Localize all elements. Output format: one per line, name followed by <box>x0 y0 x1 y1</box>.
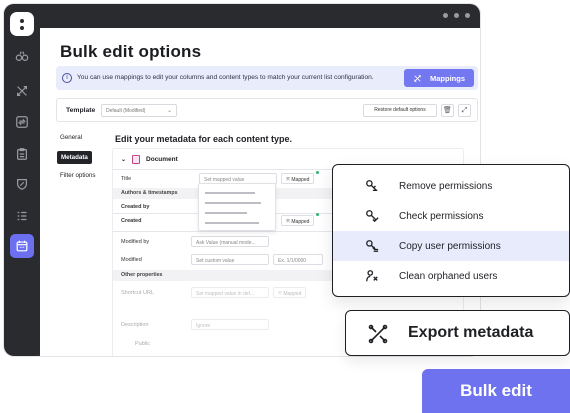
menu-item-check-permissions[interactable]: Check permissions <box>333 201 569 231</box>
dropdown-option[interactable] <box>205 192 255 194</box>
modified-by-label: Modified by <box>121 239 150 245</box>
mapped-button[interactable]: ⤧ Mapped <box>281 215 315 226</box>
title-field-value: Set mapped value <box>204 176 245 183</box>
menu-item-copy-user-permissions[interactable]: Copy user permissions <box>333 231 569 261</box>
menu-item-label: Remove permissions <box>399 181 493 192</box>
template-bar: Template Default (Modified) ⌄ Restore de… <box>56 98 478 122</box>
shield-icon[interactable] <box>12 174 32 194</box>
mapped-button[interactable]: ⤧ Mapped <box>273 287 307 298</box>
template-select[interactable]: Default (Modified) ⌄ <box>101 104 177 117</box>
public-label: Public <box>135 341 150 347</box>
info-text: You can use mappings to edit your column… <box>77 74 374 81</box>
chevron-down-icon: ⌄ <box>121 157 127 163</box>
chevron-down-icon: ⌄ <box>166 108 172 114</box>
status-dot <box>316 171 319 174</box>
description-value: Ignore <box>196 322 211 329</box>
modified-by-value: Ask Value (manual mode... <box>196 239 256 246</box>
arrows-cross-icon <box>414 74 421 82</box>
window-dot[interactable] <box>465 13 470 18</box>
calendar-icon[interactable] <box>10 234 34 258</box>
info-icon: i <box>62 73 72 83</box>
dropdown-option[interactable] <box>205 212 247 214</box>
window-dots <box>443 13 470 18</box>
arrows-cross-icon[interactable] <box>12 81 32 101</box>
description-label: Description <box>121 322 149 328</box>
user-clean-icon <box>365 269 379 283</box>
authors-band-label: Authors & timestamps <box>121 190 178 196</box>
dropdown-option[interactable] <box>205 222 259 224</box>
bulk-edit-label: Bulk edit <box>460 381 532 400</box>
list-icon[interactable] <box>12 206 32 226</box>
export-metadata-button[interactable]: Export metadata <box>345 310 570 356</box>
clipboard-icon[interactable] <box>12 144 32 164</box>
document-title: Document <box>146 156 178 163</box>
export-metadata-label: Export metadata <box>408 324 534 341</box>
modified-by-field[interactable]: Ask Value (manual mode... <box>191 236 269 247</box>
mapped-label: Mapped <box>291 218 310 225</box>
bulk-edit-button[interactable]: Bulk edit <box>422 369 570 413</box>
mapped-label: Mapped <box>283 290 302 297</box>
binoculars-icon[interactable] <box>12 46 32 66</box>
mapped-button[interactable]: ⤧ Mapped <box>281 173 315 184</box>
created-label: Created <box>121 218 142 224</box>
permissions-menu: Remove permissions Check permissions Cop… <box>332 164 570 297</box>
app-logo[interactable] <box>10 12 34 36</box>
window-dot[interactable] <box>454 13 459 18</box>
mapped-value-dropdown[interactable] <box>198 183 276 231</box>
key-check-icon <box>365 209 379 223</box>
nav-filter-options[interactable]: Filter options <box>60 172 95 179</box>
menu-item-label: Check permissions <box>399 211 484 222</box>
modified-field[interactable]: Set custom value <box>191 254 269 265</box>
other-band-label: Other properties <box>121 272 163 278</box>
modified-date-field[interactable]: Ex. 1/1/0000 <box>273 254 323 265</box>
description-field[interactable]: Ignore <box>191 319 269 330</box>
shortcut-url-field[interactable]: Set mapped value in def... <box>191 287 269 298</box>
modified-label: Modified <box>121 257 142 263</box>
export-arrows-icon <box>368 324 388 344</box>
key-minus-icon <box>365 179 379 193</box>
sync-icon[interactable] <box>12 112 32 132</box>
expand-icon[interactable]: ⤢ <box>458 104 471 117</box>
created-by-label: Created by <box>121 204 150 210</box>
menu-item-remove-permissions[interactable]: Remove permissions <box>333 171 569 201</box>
page-title: Bulk edit options <box>60 42 202 61</box>
menu-item-label: Clean orphaned users <box>399 271 498 282</box>
status-dot <box>316 213 319 216</box>
title-label: Title <box>121 176 132 182</box>
info-banner: i You can use mappings to edit your colu… <box>56 66 478 90</box>
menu-item-label: Copy user permissions <box>399 241 501 252</box>
shortcut-url-value: Set mapped value in def... <box>196 290 255 297</box>
dropdown-option[interactable] <box>205 202 261 204</box>
modified-value: Set custom value <box>196 257 235 264</box>
shortcut-url-label: Shortcut URL <box>121 290 155 296</box>
restore-default-button[interactable]: Restore default options <box>363 104 437 117</box>
sidebar <box>4 4 40 356</box>
nav-general[interactable]: General <box>60 134 82 141</box>
window-dot[interactable] <box>443 13 448 18</box>
trash-icon[interactable]: 🗑 <box>441 104 454 117</box>
template-value: Default (Modified) <box>106 108 146 114</box>
modified-date: Ex. 1/1/0000 <box>278 257 307 264</box>
mappings-label: Mappings <box>430 73 465 83</box>
nav-metadata[interactable]: Metadata <box>57 151 92 164</box>
key-copy-icon <box>365 239 379 253</box>
section-title: Edit your metadata for each content type… <box>115 134 293 144</box>
mappings-button[interactable]: Mappings <box>404 69 474 87</box>
menu-item-clean-orphaned-users[interactable]: Clean orphaned users <box>333 261 569 291</box>
mapped-label: Mapped <box>291 176 310 183</box>
document-icon <box>132 155 141 164</box>
document-header[interactable]: ⌄ Document <box>121 155 178 164</box>
template-label: Template <box>66 107 96 114</box>
title-bar <box>4 4 480 28</box>
